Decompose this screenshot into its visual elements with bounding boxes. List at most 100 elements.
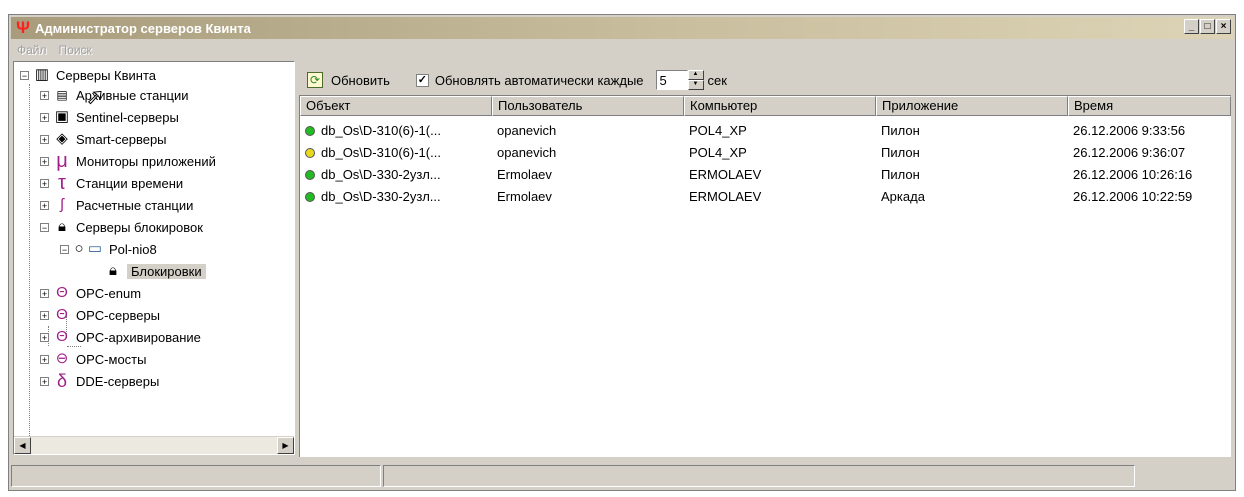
tree-item-pol-nio8[interactable]: − ○ ▭ Pol-nio8 — [60, 238, 157, 260]
interval-spinner[interactable]: ▲ ▼ — [687, 70, 704, 90]
tree-item-label: OPC-серверы — [76, 307, 161, 323]
collapse-icon[interactable]: − — [20, 70, 29, 80]
status-pane-right — [383, 465, 1135, 487]
collapse-icon[interactable]: − — [60, 244, 69, 254]
tree-item-label: Расчетные станции — [76, 197, 194, 213]
menu-bar: Файл Поиск — [11, 41, 98, 59]
tree-item-blocks[interactable]: 🔒︎ Блокировки — [104, 260, 206, 282]
cell-computer: POL4_XP — [689, 122, 747, 138]
psi-app-icon: Ψ — [16, 18, 30, 37]
tree-item-calc[interactable]: + ʃ Расчетные станции — [40, 194, 193, 216]
table-row[interactable]: db_Os\D-330-2узл... Ermolaev ERMOLAEV Пи… — [300, 163, 1231, 185]
column-user[interactable]: Пользователь — [492, 96, 684, 116]
object-name: db_Os\D-330-2узл... — [321, 166, 441, 182]
tree-item-opc-bridges[interactable]: + ⊖ OPC-мосты — [40, 348, 146, 370]
refresh-button[interactable]: ⟳ Обновить — [303, 72, 394, 88]
column-time[interactable]: Время — [1068, 96, 1231, 116]
expand-icon[interactable]: + — [40, 376, 49, 386]
table-header: Объект Пользователь Компьютер Приложение… — [300, 96, 1231, 116]
calc-icon: ʃ — [60, 196, 64, 213]
expand-icon[interactable]: + — [40, 178, 49, 188]
cell-application: Пилон — [881, 122, 920, 138]
horizontal-scrollbar[interactable]: ◀ ▶ — [14, 436, 294, 454]
status-dot-icon — [305, 125, 315, 136]
tree-item-opc-servers[interactable]: + Θ OPC-серверы — [40, 304, 160, 326]
cell-time: 26.12.2006 9:36:07 — [1073, 144, 1186, 160]
expand-icon[interactable]: + — [40, 354, 49, 364]
minimize-button[interactable]: _ — [1184, 19, 1199, 34]
table-row[interactable]: db_Os\D-330-2узл... Ermolaev ERMOLAEV Ар… — [300, 185, 1231, 207]
scroll-left-icon[interactable]: ◀ — [14, 437, 31, 454]
menu-file[interactable]: Файл — [11, 41, 53, 59]
object-name: db_Os\D-310(6)-1(... — [321, 144, 441, 160]
interval-input[interactable] — [655, 70, 688, 90]
tree-root-label: Серверы Квинта — [56, 67, 156, 83]
object-name: db_Os\D-310(6)-1(... — [321, 122, 441, 138]
mouse-cursor-icon: ➚ — [85, 84, 105, 110]
auto-refresh-label: Обновлять автоматически каждые — [434, 72, 644, 88]
collapse-icon[interactable]: − — [40, 222, 49, 232]
tau-icon: τ — [58, 172, 66, 194]
cell-computer: POL4_XP — [689, 144, 747, 160]
expand-icon[interactable]: + — [40, 310, 49, 320]
status-dot-icon — [305, 169, 315, 180]
cell-time: 26.12.2006 10:22:59 — [1073, 188, 1193, 204]
cell-application: Пилон — [881, 166, 920, 182]
window-title: Администратор серверов Квинта — [35, 20, 251, 36]
column-object[interactable]: Объект — [300, 96, 492, 116]
auto-refresh-checkbox[interactable]: ✓ — [415, 73, 429, 87]
maximize-button[interactable]: □ — [1200, 19, 1215, 34]
lock-icon: 🔒︎ — [109, 262, 117, 279]
title-bar[interactable]: Ψ Администратор серверов Квинта _ □ × — [11, 17, 1233, 39]
expand-icon[interactable]: + — [40, 332, 49, 342]
server-tree[interactable]: − ▥ Серверы Квинта + ▤ Архивные станции … — [13, 61, 295, 455]
tree-root[interactable]: − ▥ Серверы Квинта — [20, 64, 156, 86]
status-dot-icon — [305, 191, 315, 202]
tree-item-dde[interactable]: + δ DDE-серверы — [40, 370, 159, 392]
tree-item-locks[interactable]: − 🔒︎ Серверы блокировок — [40, 216, 203, 238]
tree-item-opc-enum[interactable]: + Θ OPC-enum — [40, 282, 141, 304]
tree-item-monitors[interactable]: + μ Мониторы приложений — [40, 150, 216, 172]
status-circle-icon: ○ — [74, 240, 84, 257]
spin-up-icon[interactable]: ▲ — [687, 70, 704, 80]
scroll-right-icon[interactable]: ▶ — [277, 437, 294, 454]
close-button[interactable]: × — [1216, 19, 1231, 34]
interval-unit: сек — [707, 72, 727, 88]
server-rack-icon: ▥ — [34, 66, 50, 83]
tree-item-label: Серверы блокировок — [76, 219, 203, 235]
spin-down-icon[interactable]: ▼ — [687, 80, 704, 90]
expand-icon[interactable]: + — [40, 134, 49, 144]
tree-item-time[interactable]: + τ Станции времени — [40, 172, 183, 194]
tree-item-archive[interactable]: + ▤ Архивные станции — [40, 84, 188, 106]
tree-item-label: OPC-архивирование — [76, 329, 201, 345]
cell-object: db_Os\D-310(6)-1(... — [300, 145, 492, 160]
cell-object: db_Os\D-330-2узл... — [300, 189, 492, 204]
tree-item-label: DDE-серверы — [76, 373, 160, 389]
cell-object: db_Os\D-330-2узл... — [300, 167, 492, 182]
tree-item-sentinel[interactable]: + ▣ Sentinel-серверы — [40, 106, 179, 128]
tree-item-smart[interactable]: + ◈ Smart-серверы — [40, 128, 167, 150]
expand-icon[interactable]: + — [40, 288, 49, 298]
column-computer[interactable]: Компьютер — [684, 96, 876, 116]
table-row[interactable]: db_Os\D-310(6)-1(... opanevich POL4_XP П… — [300, 119, 1231, 141]
main-window: Ψ Администратор серверов Квинта _ □ × Фа… — [8, 14, 1236, 491]
status-pane-left — [11, 465, 381, 487]
expand-icon[interactable]: + — [40, 112, 49, 122]
tree-item-opc-archive[interactable]: + Θ OPC-архивирование — [40, 326, 201, 348]
locks-table[interactable]: Объект Пользователь Компьютер Приложение… — [299, 95, 1231, 457]
refresh-label: Обновить — [331, 72, 390, 88]
menu-search[interactable]: Поиск — [53, 41, 98, 59]
expand-icon[interactable]: + — [40, 90, 49, 100]
toolbar: ⟳ Обновить ✓ Обновлять автоматически каж… — [303, 67, 727, 93]
column-application[interactable]: Приложение — [876, 96, 1068, 116]
tree-item-label: Smart-серверы — [76, 131, 167, 147]
expand-icon[interactable]: + — [40, 200, 49, 210]
cell-object: db_Os\D-310(6)-1(... — [300, 123, 492, 138]
cell-user: Ermolaev — [497, 188, 552, 204]
sentinel-icon: ▣ — [54, 108, 70, 125]
tree-item-label: Мониторы приложений — [76, 153, 216, 169]
cell-time: 26.12.2006 10:26:16 — [1073, 166, 1193, 182]
expand-icon[interactable]: + — [40, 156, 49, 166]
cell-user: opanevich — [497, 144, 557, 160]
table-row[interactable]: db_Os\D-310(6)-1(... opanevich POL4_XP П… — [300, 141, 1231, 163]
